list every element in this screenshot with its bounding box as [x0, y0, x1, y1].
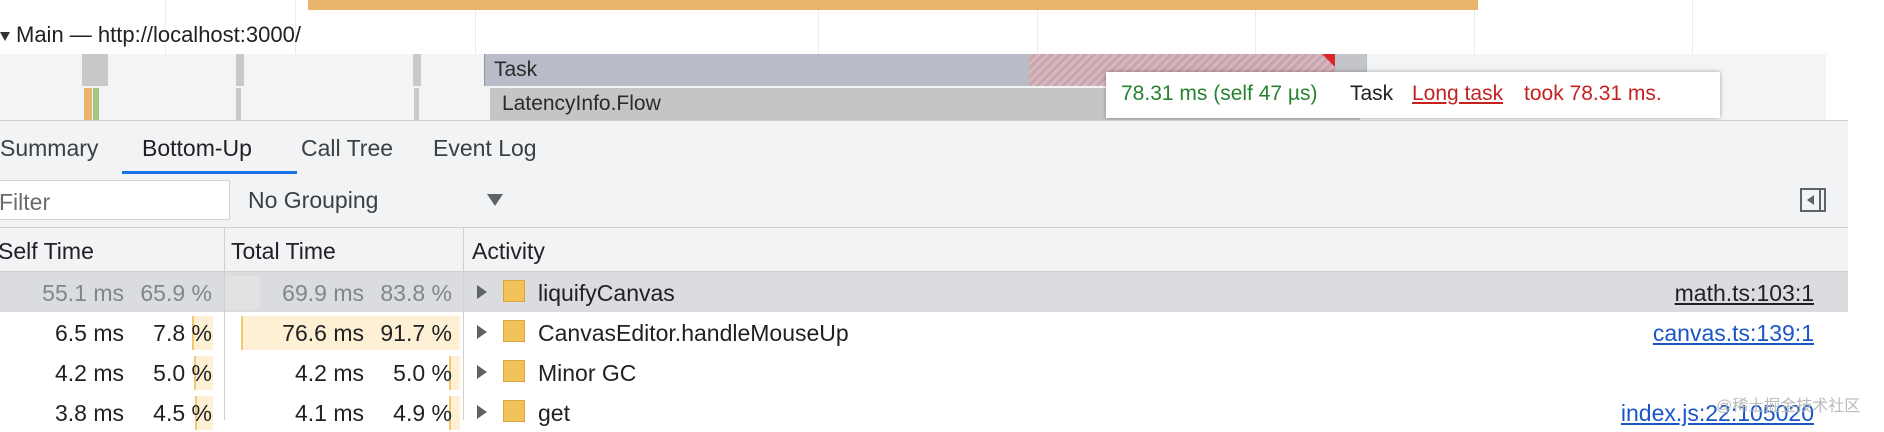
activity-color-swatch	[503, 400, 525, 422]
tooltip-title: Task	[1350, 82, 1394, 105]
tooltip-time: 78.31 ms (self 47 µs)	[1121, 82, 1318, 105]
watermark: @稀土掘金技术社区	[1716, 398, 1861, 415]
activity-color-swatch	[503, 320, 525, 342]
self-time-percent: 5.0 %	[153, 360, 212, 386]
header-activity[interactable]: Activity	[464, 228, 1848, 272]
header-total-time[interactable]: Total Time	[225, 228, 463, 272]
self-time-value: 3.8 ms	[54, 400, 124, 426]
main-track-title: Main — http://localhost:3000/	[16, 22, 301, 47]
long-task-link[interactable]: Long task	[1412, 82, 1503, 106]
activity-name: Minor GC	[538, 360, 637, 386]
expand-arrow-icon[interactable]	[477, 285, 487, 299]
source-link[interactable]: canvas.ts:139:1	[1653, 320, 1814, 347]
expand-arrow-icon[interactable]	[477, 365, 487, 379]
tab-event-log[interactable]: Event Log	[433, 135, 537, 162]
table-row[interactable]: 4.2 ms 5.0 % 4.2 ms 5.0 % Minor GC	[0, 352, 1848, 392]
total-time-percent: 4.9 %	[393, 400, 452, 426]
tab-bottom-up[interactable]: Bottom-Up	[142, 135, 252, 162]
self-time-percent: 4.5 %	[153, 400, 212, 426]
tab-call-tree[interactable]: Call Tree	[301, 135, 393, 162]
total-time-heat	[225, 276, 260, 310]
latency-flow-label: LatencyInfo.Flow	[502, 92, 661, 115]
table-row[interactable]: 3.8 ms 4.5 % 4.1 ms 4.9 % get index.js:2…	[0, 392, 1848, 432]
bottom-up-table: Self Time Total Time Activity 55.1 ms 65…	[0, 228, 1848, 430]
flame-event[interactable]	[414, 88, 419, 120]
table-row[interactable]: 55.1 ms 65.9 % 69.9 ms 83.8 % liquifyCan…	[0, 272, 1848, 312]
header-self-time[interactable]: Self Time	[0, 228, 224, 272]
expand-arrow-icon[interactable]	[477, 325, 487, 339]
source-link[interactable]: math.ts:103:1	[1675, 280, 1814, 307]
flame-event[interactable]	[236, 54, 244, 86]
total-time-value: 76.6 ms	[282, 320, 364, 346]
long-task-marker	[1322, 54, 1335, 67]
flame-event[interactable]	[236, 88, 241, 120]
total-time-value: 4.2 ms	[294, 360, 364, 386]
total-time-percent: 83.8 %	[380, 280, 452, 306]
grouping-select[interactable]: No Grouping	[248, 187, 378, 214]
task-tooltip: 78.31 ms (self 47 µs) Task Long task too…	[1106, 72, 1720, 118]
flame-chart[interactable]: Main — http://localhost:3000/ Task Laten…	[0, 0, 1884, 120]
column-divider[interactable]	[224, 228, 225, 420]
tab-summary[interactable]: Summary	[0, 135, 98, 162]
self-time-value: 6.5 ms	[54, 320, 124, 346]
main-track-label[interactable]: Main — http://localhost:3000/	[0, 22, 301, 48]
total-time-value: 4.1 ms	[294, 400, 364, 426]
filter-input[interactable]: Filter	[0, 180, 230, 220]
bottom-panel-tabs: Summary Bottom-Up Call Tree Event Log	[0, 120, 1848, 176]
self-time-value: 4.2 ms	[54, 360, 124, 386]
header-activity-label: Activity	[472, 238, 545, 264]
activity-color-swatch	[503, 360, 525, 382]
expand-arrow-icon[interactable]	[477, 405, 487, 419]
column-divider[interactable]	[463, 228, 464, 420]
flame-event[interactable]	[413, 54, 421, 86]
sidebar-toggle-icon[interactable]	[1800, 188, 1826, 212]
dropdown-arrow-icon[interactable]	[487, 194, 503, 206]
self-time-value: 55.1 ms	[42, 280, 124, 306]
self-time-percent: 65.9 %	[140, 280, 212, 306]
total-time-value: 69.9 ms	[282, 280, 364, 306]
self-time-percent: 7.8 %	[153, 320, 212, 346]
header-total-time-label: Total Time	[231, 238, 336, 264]
flame-event[interactable]	[82, 54, 108, 86]
active-tab-indicator	[122, 171, 297, 174]
bottom-up-toolbar: Filter No Grouping	[0, 175, 1848, 228]
flame-event[interactable]	[93, 88, 99, 120]
activity-name: CanvasEditor.handleMouseUp	[538, 320, 849, 346]
total-time-heat-edge	[241, 316, 243, 350]
collapse-triangle-icon[interactable]	[0, 31, 10, 41]
total-time-percent: 5.0 %	[393, 360, 452, 386]
task-bar-label: Task	[494, 58, 538, 81]
flame-event[interactable]	[84, 88, 92, 120]
activity-color-swatch	[503, 280, 525, 302]
activity-name: liquifyCanvas	[538, 280, 675, 306]
interaction-bar[interactable]	[308, 0, 1478, 10]
tooltip-message: took 78.31 ms.	[1524, 82, 1662, 105]
activity-name: get	[538, 400, 570, 426]
table-row[interactable]: 6.5 ms 7.8 % 76.6 ms 91.7 % CanvasEditor…	[0, 312, 1848, 352]
header-self-time-label: Self Time	[0, 238, 94, 264]
total-time-percent: 91.7 %	[380, 320, 452, 346]
